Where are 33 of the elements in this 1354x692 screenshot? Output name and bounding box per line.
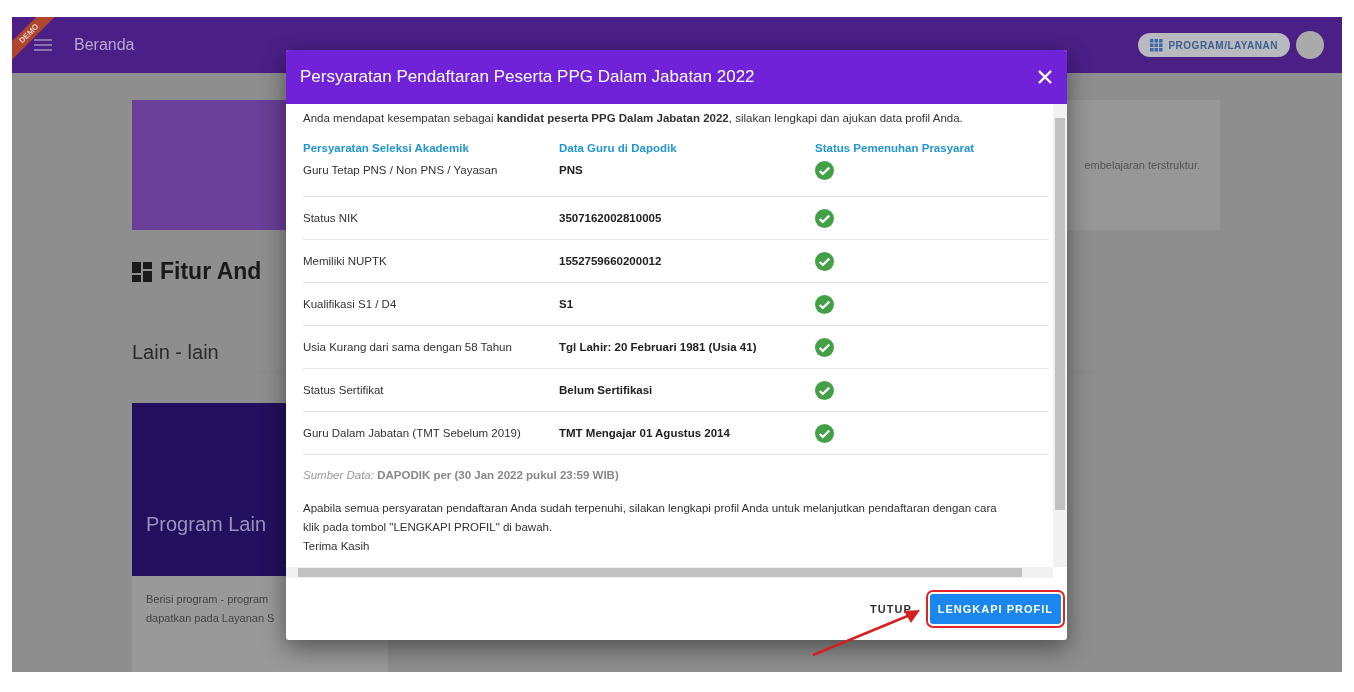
vertical-scrollbar[interactable] — [1053, 104, 1067, 567]
requirement-cell: Memiliki NUPTK — [303, 255, 387, 267]
card-description: Berisi program - program dapatkan pada Layanan S — [145, 592, 276, 626]
intro-text: Anda mendapat kesempatan sebagai kandidat peserta PPG Dalam Jabatan 2022, silakan lengkapi dan ajukan data profil Anda. — [303, 112, 964, 124]
dashboard-icon — [132, 261, 152, 282]
close-icon[interactable] — [1037, 69, 1053, 85]
column-header: Data Guru di Dapodik — [559, 142, 677, 156]
horizontal-scrollbar[interactable] — [286, 567, 1053, 578]
value-cell: TMT Mengajar 01 Agustus 2014 — [559, 427, 730, 439]
card-title: Program Lain — [146, 513, 267, 536]
requirement-cell: Kualifikasi S1 / D4 — [303, 298, 397, 310]
section-heading: Lain - lain — [132, 341, 219, 363]
requirement-cell: Status NIK — [303, 212, 358, 224]
dialog-title: Persyaratan Pendaftaran Peserta PPG Dalam Jabatan 2022 — [300, 67, 756, 87]
requirement-cell: Status Sertifikat — [303, 384, 384, 396]
banner-text: embelajaran terstruktur. — [1084, 159, 1200, 171]
value-cell: 3507162002810005 — [559, 212, 662, 224]
avatar[interactable] — [1296, 31, 1324, 59]
requirement-cell: Usia Kurang dari sama dengan 58 Tahun — [303, 341, 512, 353]
value-cell: Belum Sertifikasi — [559, 384, 653, 396]
grid-icon — [1150, 38, 1164, 52]
page-title: Beranda — [74, 36, 135, 54]
value-cell: S1 — [559, 298, 574, 310]
section-heading: Fitur And — [160, 258, 262, 285]
closing-text: Terima Kasih — [303, 540, 370, 552]
value-cell: 1552759660200012 — [559, 255, 662, 267]
column-header: Persyaratan Seleksi Akademik — [303, 142, 469, 156]
value-cell: Tgl Lahir: 20 Februari 1981 (Usia 41) — [559, 341, 757, 353]
program-menu-button[interactable]: PROGRAM/LAYANAN — [1138, 33, 1290, 57]
close-text-button[interactable]: TUTUP — [866, 597, 916, 621]
column-header: Status Pemenuhan Prasyarat — [815, 142, 975, 156]
value-cell: PNS — [559, 164, 583, 176]
requirement-cell: Guru Tetap PNS / Non PNS / Yayasan — [303, 164, 498, 176]
